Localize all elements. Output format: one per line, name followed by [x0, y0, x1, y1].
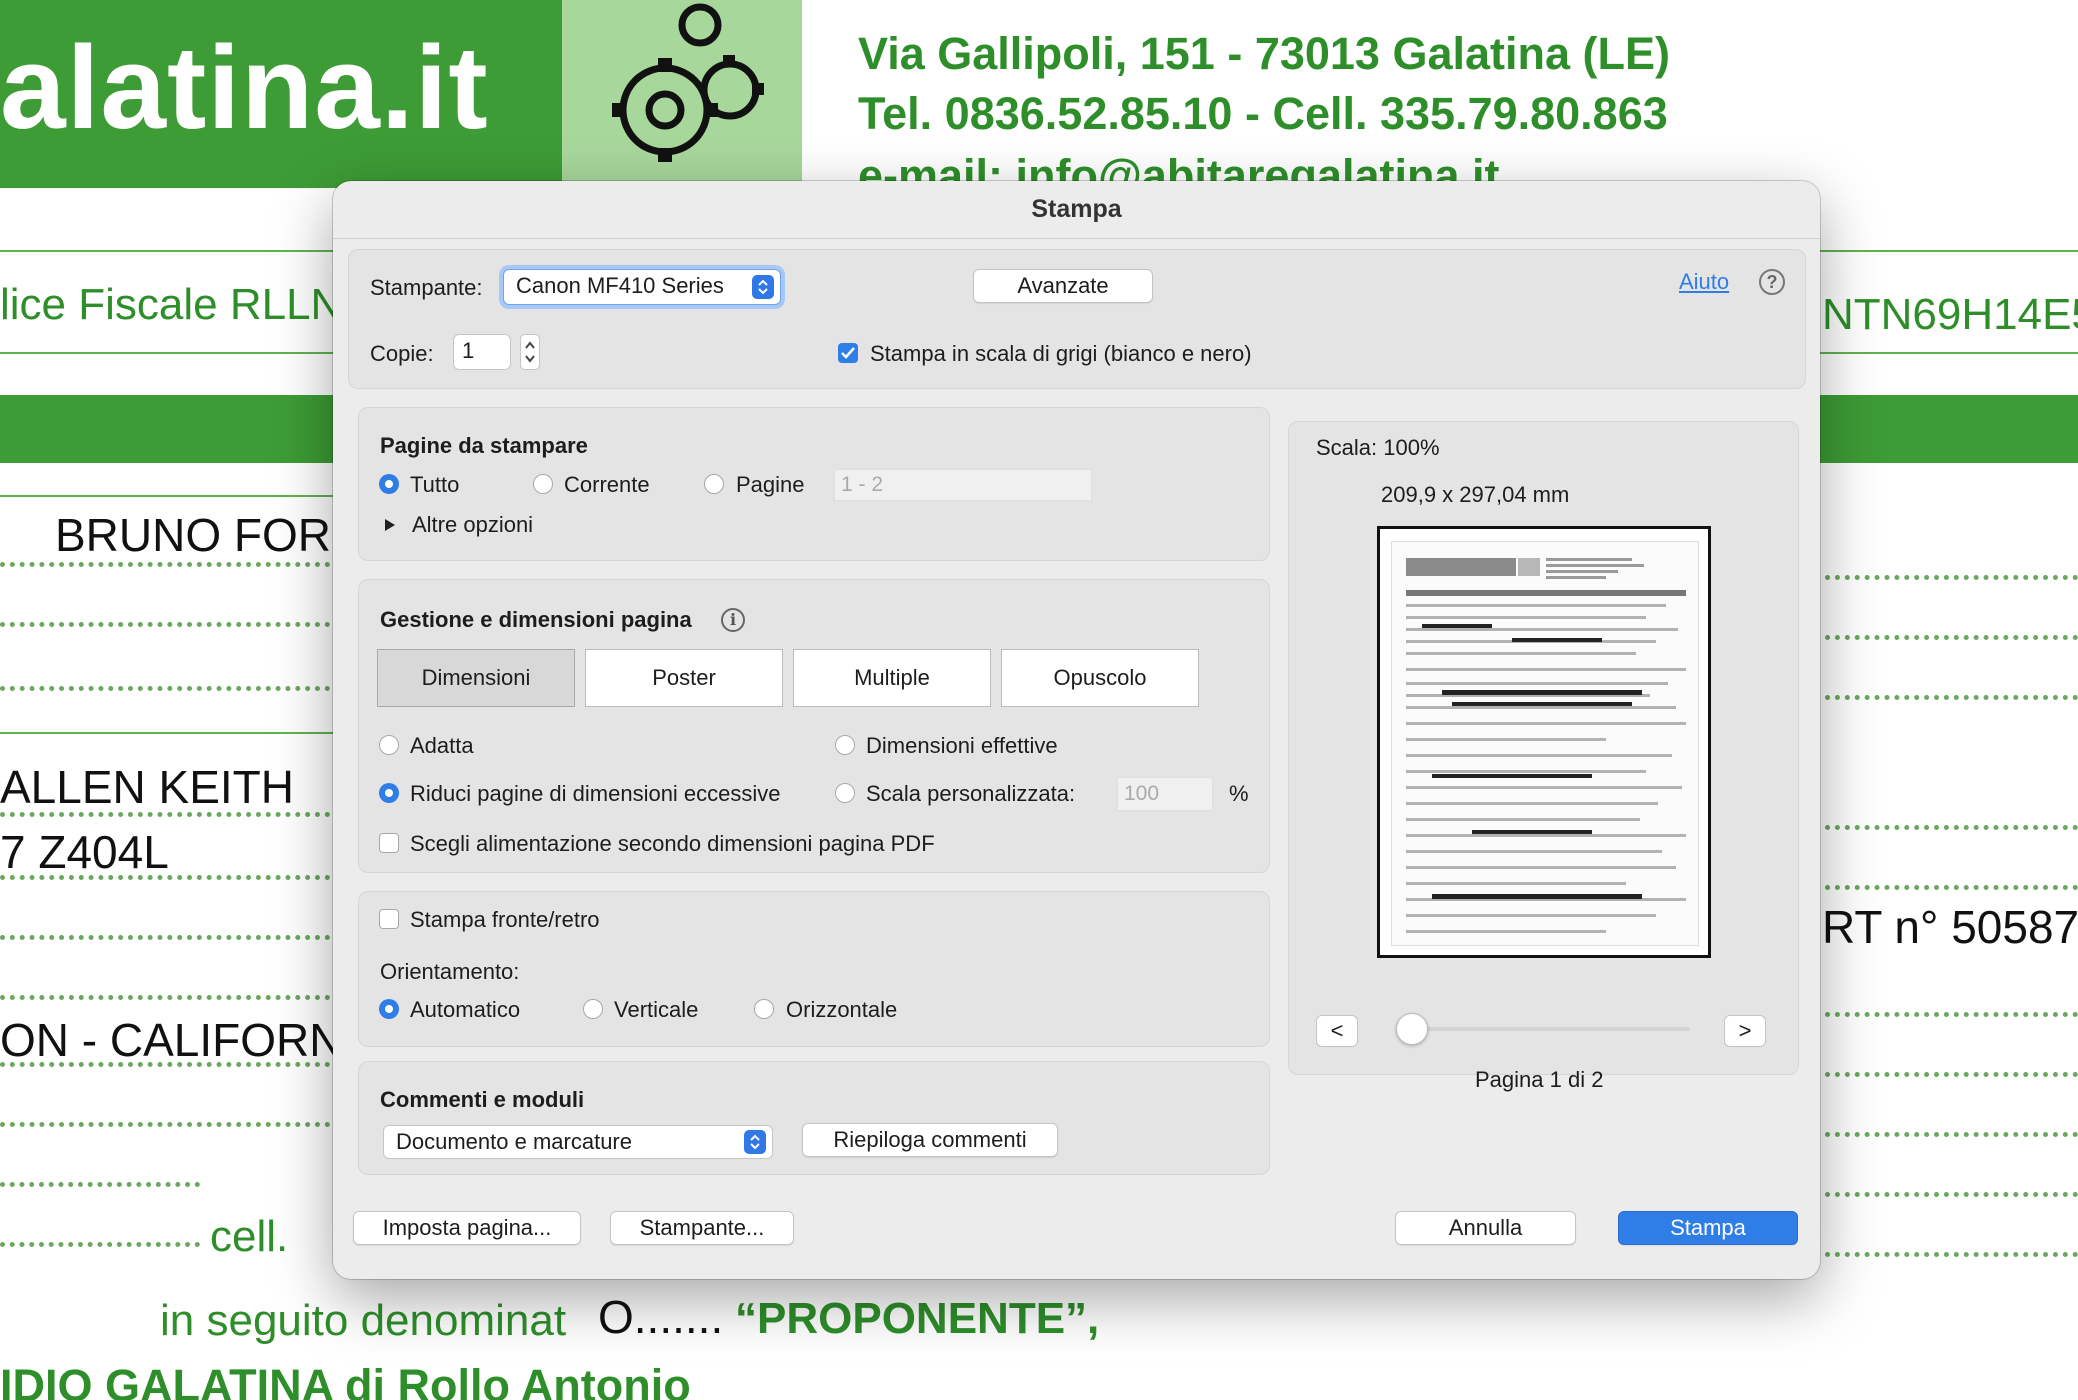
- print-dialog: Stampa Stampante: Canon MF410 Series Ava…: [333, 181, 1820, 1279]
- chevron-updown-icon: [744, 1130, 766, 1154]
- cell-label: cell.: [210, 1212, 289, 1261]
- tab-dimensioni[interactable]: Dimensioni: [377, 649, 575, 707]
- paper-source-checkbox[interactable]: [379, 833, 399, 853]
- percent-label: %: [1229, 781, 1249, 806]
- copies-stepper[interactable]: [520, 334, 540, 370]
- preview-scale: Scala: 100%: [1316, 435, 1440, 460]
- custom-scale-input[interactable]: 100: [1117, 777, 1213, 811]
- page-thumbnail: [1391, 541, 1699, 946]
- page-preview: [1377, 526, 1711, 958]
- passport-number: RT n° 505870: [1822, 901, 2078, 953]
- in-seguito-text: in seguito denominat: [160, 1296, 567, 1345]
- header-phone: Tel. 0836.52.85.10 - Cell. 335.79.80.863: [858, 88, 1668, 139]
- duplex-checkbox[interactable]: [379, 909, 399, 929]
- help-link[interactable]: Aiuto: [1679, 269, 1729, 295]
- orientation-auto-radio[interactable]: [379, 999, 399, 1019]
- orientation-portrait-label: Verticale: [614, 997, 699, 1022]
- printer-settings-button[interactable]: Stampante...: [610, 1211, 794, 1245]
- question-circle-icon[interactable]: ?: [1759, 269, 1785, 295]
- pages-current-radio[interactable]: [533, 474, 553, 494]
- sizing-title: Gestione e dimensioni pagina: [380, 607, 692, 632]
- checkmark-icon: [841, 347, 855, 359]
- fit-label: Adatta: [410, 733, 474, 758]
- pages-range-radio[interactable]: [704, 474, 724, 494]
- pages-current-label: Corrente: [564, 472, 650, 497]
- pages-title: Pagine da stampare: [380, 433, 588, 458]
- preview-page-info: Pagina 1 di 2: [1475, 1067, 1604, 1092]
- site-logo-text: alatina.it: [0, 22, 489, 154]
- copies-input[interactable]: 1: [453, 334, 511, 370]
- name-allen: ALLEN KEITH: [0, 761, 294, 813]
- actual-size-radio[interactable]: [835, 735, 855, 755]
- grayscale-checkbox[interactable]: [838, 343, 858, 363]
- comments-title: Commenti e moduli: [380, 1087, 585, 1112]
- grayscale-label: Stampa in scala di grigi (bianco e nero): [870, 341, 1252, 366]
- studio-galatina-text: IDIO GALATINA di Rollo Antonio: [0, 1360, 691, 1400]
- pages-all-label: Tutto: [410, 472, 460, 497]
- disclosure-triangle-icon[interactable]: [383, 518, 397, 532]
- cancel-button[interactable]: Annulla: [1395, 1211, 1576, 1245]
- shrink-radio[interactable]: [379, 783, 399, 803]
- name-bruno: BRUNO FOR: [55, 509, 331, 561]
- header-address: Via Gallipoli, 151 - 73013 Galatina (LE): [858, 28, 1670, 79]
- chevron-updown-icon: [752, 275, 774, 299]
- handwritten-o: O.......: [598, 1291, 724, 1343]
- more-options-label[interactable]: Altre opzioni: [412, 512, 533, 538]
- shrink-label: Riduci pagine di dimensioni eccessive: [410, 781, 781, 806]
- advanced-button[interactable]: Avanzate: [973, 269, 1153, 303]
- preview-next-button[interactable]: >: [1724, 1015, 1766, 1047]
- stepper-arrows-icon: [525, 341, 535, 363]
- orientation-landscape-label: Orizzontale: [786, 997, 898, 1022]
- fit-radio[interactable]: [379, 735, 399, 755]
- pages-all-radio[interactable]: [379, 474, 399, 494]
- page-setup-button[interactable]: Imposta pagina...: [353, 1211, 581, 1245]
- info-icon[interactable]: i: [721, 608, 745, 632]
- location-california: ON - CALIFORNI: [0, 1014, 356, 1066]
- duplex-label: Stampa fronte/retro: [410, 907, 600, 932]
- fiscal-code-right: NTN69H14E5: [1822, 290, 2078, 339]
- orientation-label: Orientamento:: [380, 959, 520, 984]
- preview-prev-button[interactable]: <: [1316, 1015, 1358, 1047]
- comments-select-value: Documento e marcature: [396, 1129, 632, 1154]
- actual-size-label: Dimensioni effettive: [866, 733, 1058, 758]
- preview-slider-track[interactable]: [1410, 1027, 1690, 1031]
- proponente-text: “PROPONENTE”,: [735, 1294, 1100, 1343]
- summarize-comments-button[interactable]: Riepiloga commenti: [802, 1123, 1058, 1157]
- preview-dimensions: 209,9 x 297,04 mm: [1381, 482, 1570, 507]
- tab-poster[interactable]: Poster: [585, 649, 783, 707]
- orientation-landscape-radio[interactable]: [754, 999, 774, 1019]
- paper-source-label: Scegli alimentazione secondo dimensioni …: [410, 831, 935, 856]
- orientation-portrait-radio[interactable]: [583, 999, 603, 1019]
- pages-range-input[interactable]: 1 - 2: [834, 469, 1092, 501]
- pages-range-label: Pagine: [736, 472, 805, 497]
- gear-logo-icon: [612, 3, 764, 162]
- copies-label: Copie:: [370, 341, 434, 366]
- code-z404l: 7 Z404L: [0, 826, 169, 878]
- comments-select[interactable]: Documento e marcature: [383, 1125, 773, 1159]
- tab-opuscolo[interactable]: Opuscolo: [1001, 649, 1199, 707]
- orientation-auto-label: Automatico: [410, 997, 521, 1022]
- custom-scale-radio[interactable]: [835, 783, 855, 803]
- fiscal-code-text: lice Fiscale RLLNT: [0, 280, 370, 329]
- custom-scale-label: Scala personalizzata:: [866, 781, 1076, 806]
- preview-slider-knob[interactable]: [1396, 1013, 1428, 1045]
- printer-select[interactable]: Canon MF410 Series: [503, 269, 781, 305]
- copies-value: 1: [462, 338, 475, 363]
- print-button[interactable]: Stampa: [1618, 1211, 1798, 1245]
- printer-label: Stampante:: [370, 275, 483, 300]
- tab-multiple[interactable]: Multiple: [793, 649, 991, 707]
- printer-select-value: Canon MF410 Series: [516, 273, 724, 298]
- dialog-title: Stampa: [1031, 195, 1122, 223]
